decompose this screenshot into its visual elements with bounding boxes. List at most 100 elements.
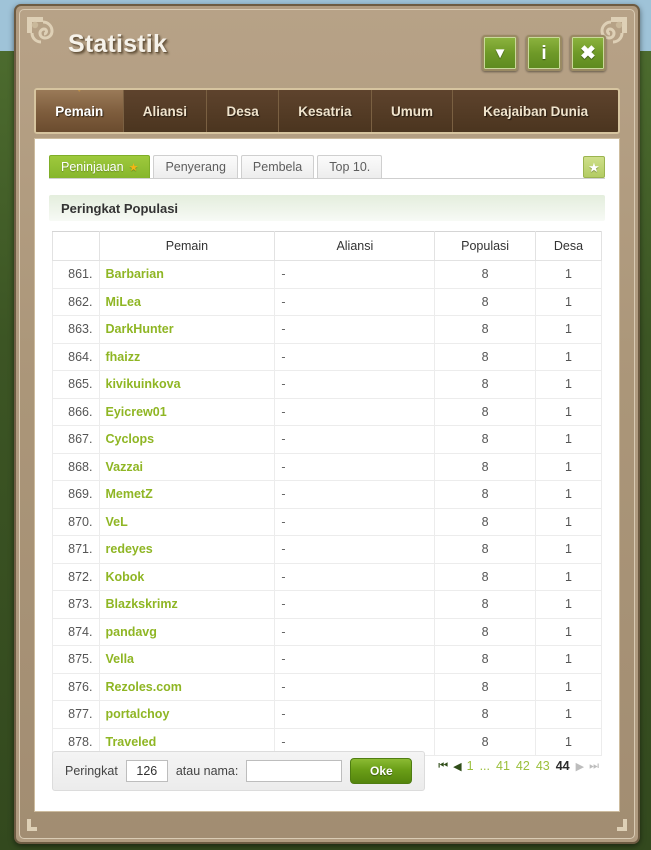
table-header-row: Pemain Aliansi Populasi Desa	[52, 231, 603, 261]
tab-pemain[interactable]: Pemain	[36, 90, 124, 132]
tab-desa[interactable]: Desa	[207, 90, 280, 132]
window-controls: ▼ i ✖	[482, 35, 606, 71]
cell-alliance: -	[274, 287, 436, 316]
tab-umum[interactable]: Umum	[372, 90, 454, 132]
search-form: Peringkat atau nama: Oke	[52, 751, 426, 791]
player-link[interactable]: Blazkskrimz	[106, 597, 178, 611]
player-name-input[interactable]	[246, 760, 343, 782]
cell-population: 8	[434, 287, 536, 316]
sub-tab-bar: Peninjauan ★ Penyerang Pembela Top 10. ★	[49, 155, 605, 179]
cell-player: portalchoy	[98, 700, 276, 729]
cell-alliance: -	[274, 452, 436, 481]
player-link[interactable]: redeyes	[106, 542, 153, 556]
collapse-button[interactable]: ▼	[482, 35, 518, 71]
cell-rank: 870.	[52, 507, 100, 536]
favorite-button[interactable]: ★	[583, 156, 605, 178]
cell-alliance: -	[274, 425, 436, 454]
info-icon: i	[541, 42, 547, 64]
pagination-page-link[interactable]: 42	[516, 759, 530, 773]
table-footer: Peringkat atau nama: Oke ⏮ ◀ 1... 41 42 43 4…	[52, 751, 602, 795]
submit-button[interactable]: Oke	[350, 758, 413, 784]
table-row: 869. MemetZ -8 1	[52, 480, 603, 509]
player-link[interactable]: Traveled	[106, 735, 157, 749]
prev-page-button[interactable]: ◀	[453, 760, 462, 773]
player-link[interactable]: portalchoy	[106, 707, 170, 721]
subtab-penyerang[interactable]: Penyerang	[153, 155, 238, 178]
player-link[interactable]: MemetZ	[106, 487, 153, 501]
player-link[interactable]: Kobok	[106, 570, 145, 584]
cell-alliance: -	[274, 260, 436, 289]
page-number-list: 1... 41 42 43 44	[467, 759, 570, 773]
table-row: 875. Vella -8 1	[52, 645, 603, 674]
cell-population: 8	[434, 452, 536, 481]
table-row: 870. VeL -8 1	[52, 507, 603, 536]
player-link[interactable]: kivikuinkova	[106, 377, 181, 391]
player-link[interactable]: Eyicrew01	[106, 405, 167, 419]
player-link[interactable]: Rezoles.com	[106, 680, 182, 694]
cell-rank: 863.	[52, 315, 100, 344]
player-link[interactable]: Cyclops	[106, 432, 155, 446]
cell-alliance: -	[274, 397, 436, 426]
player-link[interactable]: pandavg	[106, 625, 157, 639]
pagination-page-link[interactable]: 1	[467, 759, 474, 773]
window-inner-frame: Statistik ▼ i ✖ Pemain Aliansi Desa Kesa…	[19, 9, 635, 839]
player-link[interactable]: Vazzai	[106, 460, 144, 474]
next-page-button: ▶	[575, 760, 585, 773]
cell-alliance: -	[274, 590, 436, 619]
cell-player: redeyes	[98, 535, 276, 564]
rank-input[interactable]	[125, 760, 168, 782]
tab-keajaiban-dunia[interactable]: Keajaiban Dunia	[453, 90, 618, 132]
cell-rank: 865.	[52, 370, 100, 399]
cell-rank: 869.	[52, 480, 100, 509]
first-page-button[interactable]: ⏮	[438, 760, 448, 773]
pagination-page-link[interactable]: 43	[536, 759, 550, 773]
pagination: ⏮ ◀ 1... 41 42 43 44 ▶ ⏭	[438, 759, 599, 773]
player-link[interactable]: VeL	[106, 515, 128, 529]
table-row: 865. kivikuinkova -8 1	[52, 370, 603, 399]
cell-rank: 873.	[52, 590, 100, 619]
table-head: Pemain Aliansi Populasi Desa	[52, 231, 603, 261]
ranking-table: Pemain Aliansi Populasi Desa 861. Barbari…	[52, 231, 603, 756]
chevron-down-icon: ▼	[492, 44, 508, 62]
cell-population: 8	[434, 645, 536, 674]
player-link[interactable]: MiLea	[106, 295, 141, 309]
pagination-current-page: 44	[555, 759, 570, 773]
player-link[interactable]: fhaizz	[106, 350, 141, 364]
cell-population: 8	[434, 260, 536, 289]
cell-alliance: -	[274, 315, 436, 344]
info-button[interactable]: i	[526, 35, 562, 71]
cell-player: pandavg	[98, 617, 276, 646]
cell-player: Barbarian	[98, 260, 276, 289]
subtab-top10[interactable]: Top 10.	[317, 155, 383, 178]
subtab-pembela[interactable]: Pembela	[240, 155, 315, 178]
tab-label: Keajaiban Dunia	[483, 103, 589, 119]
title-bar: Statistik ▼ i ✖	[30, 18, 624, 80]
cell-population: 8	[434, 700, 536, 729]
table-row: 862. MiLea -8 1	[52, 287, 603, 316]
cell-alliance: -	[274, 535, 436, 564]
cell-rank: 861.	[52, 260, 100, 289]
tab-kesatria[interactable]: Kesatria	[279, 90, 372, 132]
name-label: atau nama:	[175, 764, 239, 778]
cell-player: Vazzai	[98, 452, 276, 481]
cell-villages: 1	[534, 645, 603, 674]
subtab-label: Top 10.	[329, 160, 371, 174]
pagination-page-link[interactable]: 41	[496, 759, 510, 773]
column-header-populasi: Populasi	[434, 231, 536, 261]
close-button[interactable]: ✖	[570, 35, 606, 71]
cell-player: DarkHunter	[98, 315, 276, 344]
table-row: 868. Vazzai -8 1	[52, 452, 603, 481]
rank-label: Peringkat	[65, 764, 118, 778]
cell-player: VeL	[98, 507, 276, 536]
subtab-peninjauan[interactable]: Peninjauan ★	[49, 155, 151, 178]
cell-alliance: -	[274, 342, 436, 371]
tab-aliansi[interactable]: Aliansi	[124, 90, 208, 132]
main-tab-bar: Pemain Aliansi Desa Kesatria Umum Keajai…	[34, 88, 620, 134]
cell-population: 8	[434, 480, 536, 509]
cell-villages: 1	[534, 342, 603, 371]
cell-population: 8	[434, 342, 536, 371]
player-link[interactable]: Vella	[106, 652, 135, 666]
player-link[interactable]: DarkHunter	[106, 322, 174, 336]
player-link[interactable]: Barbarian	[106, 267, 164, 281]
ranking-table-wrapper: Pemain Aliansi Populasi Desa 861. Barbari…	[52, 231, 603, 756]
